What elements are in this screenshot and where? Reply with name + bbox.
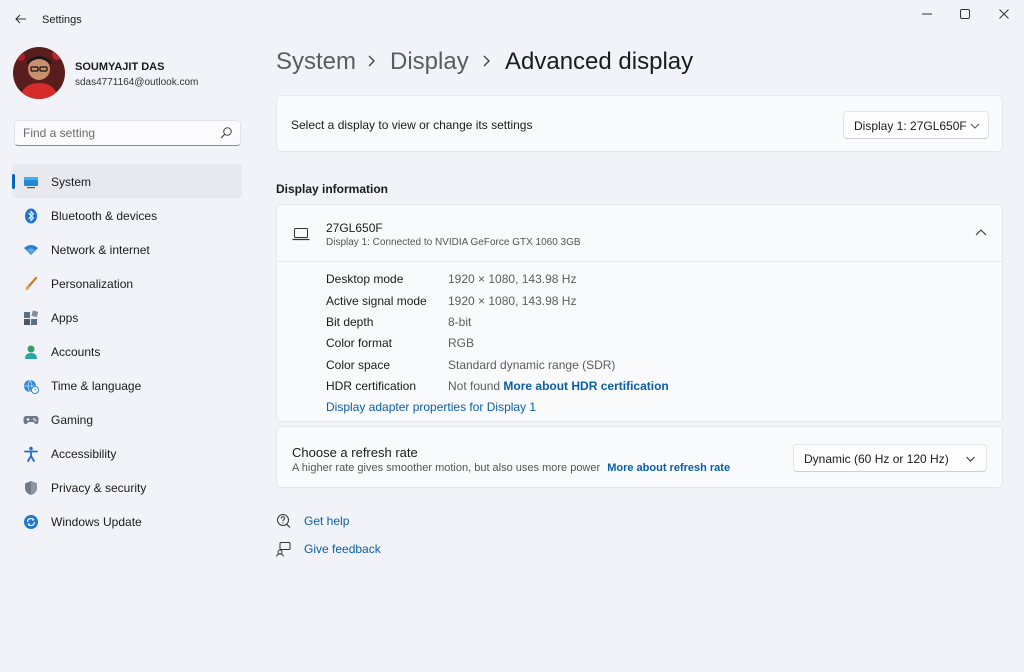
chevron-down-icon (966, 456, 975, 462)
avatar[interactable] (13, 47, 65, 99)
sidebar-item-label: Time & language (51, 379, 142, 393)
accessibility-icon (23, 446, 39, 462)
info-key: Color format (326, 336, 393, 350)
refresh-rate-dropdown[interactable]: Dynamic (60 Hz or 120 Hz) (793, 444, 987, 472)
sidebar-item-label: Accessibility (51, 447, 117, 461)
hdr-more-link[interactable]: More about HDR certification (503, 379, 668, 393)
sidebar-item-label: Personalization (51, 277, 134, 291)
app-title: Settings (42, 14, 82, 26)
sidebar-item-privacy[interactable]: Privacy & security (12, 470, 242, 504)
gamepad-icon (23, 412, 39, 428)
sidebar-item-label: Windows Update (51, 515, 142, 529)
chevron-down-icon (970, 123, 980, 129)
sidebar-item-bluetooth[interactable]: Bluetooth & devices (12, 198, 242, 232)
refresh-rate-more-link[interactable]: More about refresh rate (607, 462, 730, 474)
refresh-rate-subtitle: A higher rate gives smoother motion, but… (292, 462, 601, 474)
laptop-icon (292, 228, 310, 241)
info-value: Not found More about HDR certification (448, 379, 669, 393)
apps-icon (23, 310, 39, 326)
maximize-icon (960, 9, 970, 19)
sidebar-item-label: Gaming (51, 413, 94, 427)
get-help-label: Get help (304, 514, 350, 528)
sidebar-nav: System Bluetooth & devices Network & int… (12, 164, 242, 538)
info-key: HDR certification (326, 379, 417, 393)
sidebar-item-label: Apps (51, 311, 79, 325)
minimize-button[interactable] (910, 4, 944, 24)
user-name: SOUMYAJIT DAS (75, 61, 165, 73)
display-dropdown-value: Display 1: 27GL650F (854, 119, 967, 133)
wifi-icon (23, 242, 39, 258)
info-key: Color space (326, 358, 391, 372)
sidebar-item-accessibility[interactable]: Accessibility (12, 436, 242, 470)
info-value: Standard dynamic range (SDR) (448, 358, 616, 372)
chevron-right-icon (368, 55, 375, 67)
user-email: sdas4771164@outlook.com (75, 77, 199, 88)
feedback-icon (276, 542, 291, 557)
sidebar-item-label: Accounts (51, 345, 101, 359)
person-icon (23, 344, 39, 360)
monitor-icon (23, 174, 39, 190)
sidebar-item-time-language[interactable]: Time & language (12, 368, 242, 402)
refresh-rate-card: Choose a refresh rate A higher rate give… (276, 426, 1003, 488)
page-title: Advanced display (505, 48, 694, 75)
sidebar-item-label: System (51, 175, 92, 189)
refresh-rate-title: Choose a refresh rate (292, 445, 418, 460)
refresh-rate-description: A higher rate gives smoother motion, but… (292, 462, 730, 474)
info-key: Desktop mode (326, 272, 404, 286)
minimize-icon (922, 13, 932, 15)
give-feedback-label: Give feedback (304, 542, 381, 556)
sidebar-item-gaming[interactable]: Gaming (12, 402, 242, 436)
breadcrumb-system[interactable]: System (276, 48, 356, 76)
back-arrow-icon (15, 14, 26, 24)
display-dropdown[interactable]: Display 1: 27GL650F (843, 111, 989, 139)
sidebar-item-accounts[interactable]: Accounts (12, 334, 242, 368)
chevron-up-icon[interactable] (974, 227, 988, 239)
chevron-right-icon (483, 55, 490, 67)
active-indicator (12, 174, 15, 189)
info-value: 1920 × 1080, 143.98 Hz (448, 294, 577, 308)
back-button[interactable] (10, 8, 32, 30)
close-button[interactable] (987, 4, 1021, 24)
sidebar-item-label: Bluetooth & devices (51, 209, 158, 223)
sidebar-item-apps[interactable]: Apps (12, 300, 242, 334)
monitor-name: 27GL650F (326, 221, 383, 235)
info-value: RGB (448, 336, 475, 350)
refresh-rate-value: Dynamic (60 Hz or 120 Hz) (804, 452, 949, 466)
globe-clock-icon (23, 378, 39, 394)
sidebar-item-system[interactable]: System (12, 164, 242, 198)
info-key: Active signal mode (326, 294, 427, 308)
hdr-status: Not found (448, 379, 501, 393)
info-value: 8-bit (448, 315, 472, 329)
display-select-card: Select a display to view or change its s… (276, 95, 1003, 152)
user-photo-icon (13, 47, 65, 99)
bluetooth-icon (23, 208, 39, 224)
close-icon (999, 9, 1009, 19)
sidebar-item-label: Network & internet (51, 243, 150, 257)
breadcrumb-display[interactable]: Display (390, 48, 469, 76)
maximize-button[interactable] (948, 4, 982, 24)
brush-icon (23, 276, 39, 292)
adapter-properties-link[interactable]: Display adapter properties for Display 1 (326, 400, 536, 414)
display-info-card: 27GL650F Display 1: Connected to NVIDIA … (276, 204, 1003, 422)
sidebar-item-personalization[interactable]: Personalization (12, 266, 242, 300)
search-icon[interactable] (219, 126, 233, 140)
shield-icon (23, 480, 39, 496)
search-input[interactable] (15, 121, 210, 145)
monitor-connection: Display 1: Connected to NVIDIA GeForce G… (326, 237, 581, 248)
display-select-label: Select a display to view or change its s… (291, 118, 533, 132)
section-title-display-info: Display information (276, 182, 389, 196)
info-value: 1920 × 1080, 143.98 Hz (448, 272, 577, 286)
sidebar-item-network[interactable]: Network & internet (12, 232, 242, 266)
help-chat-icon (277, 514, 291, 528)
sidebar-item-label: Privacy & security (51, 481, 147, 495)
title-bar: Settings (0, 0, 1024, 40)
search-box[interactable] (14, 120, 241, 146)
update-icon (23, 514, 39, 530)
sidebar-item-windows-update[interactable]: Windows Update (12, 504, 242, 538)
info-key: Bit depth (326, 315, 374, 329)
display-info-header[interactable]: 27GL650F Display 1: Connected to NVIDIA … (277, 205, 1002, 262)
